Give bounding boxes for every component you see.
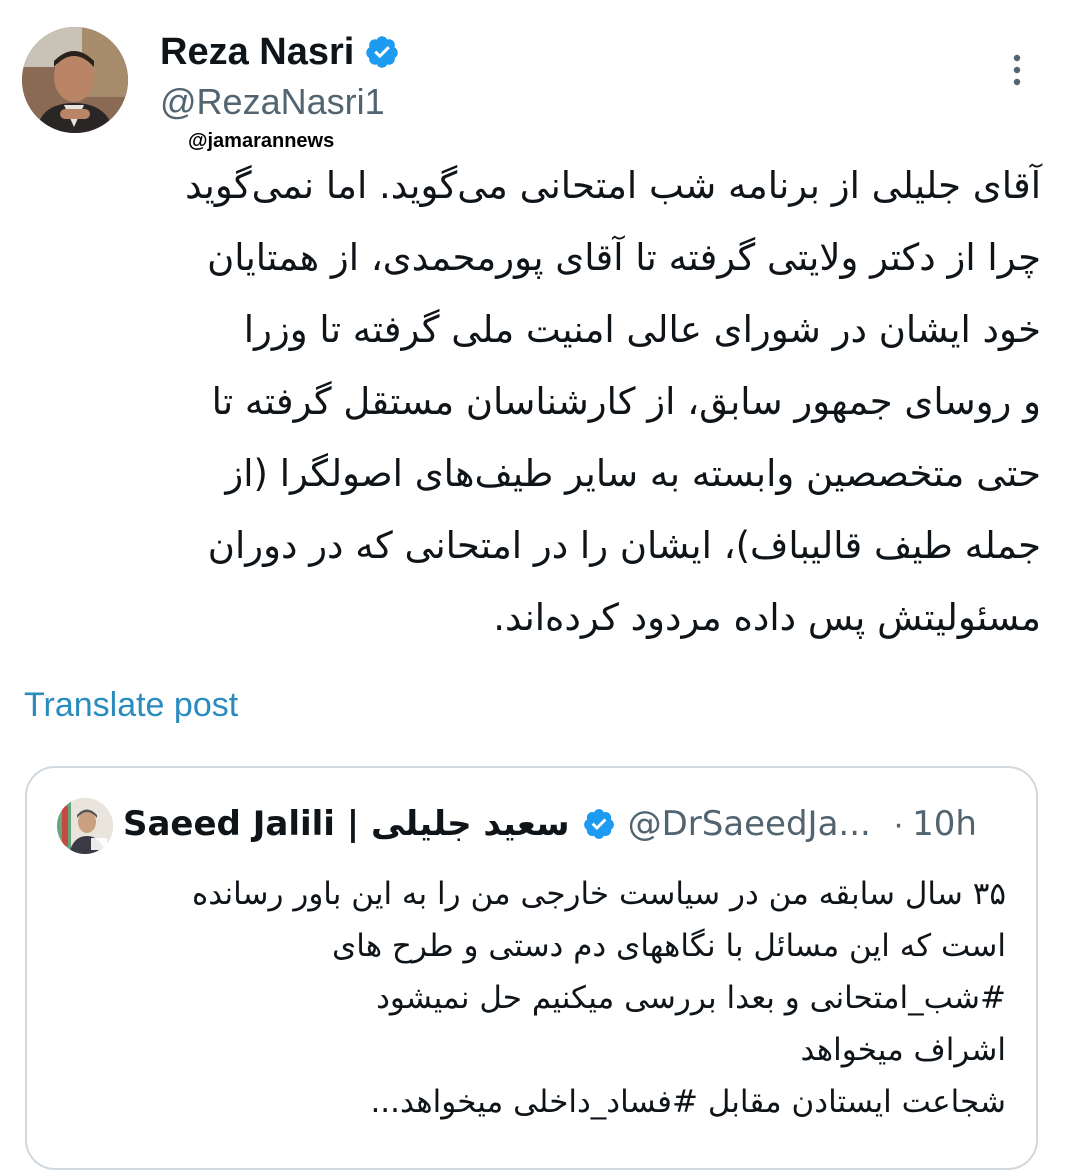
- author-display-name-row: Reza Nasri: [160, 30, 400, 74]
- quoted-timestamp[interactable]: 10h: [912, 800, 977, 848]
- quoted-verified-badge-icon: [583, 809, 614, 839]
- tweet-text: آقای جلیلی از برنامه شب امتحانی می‌گوید.…: [185, 164, 1041, 639]
- author-avatar[interactable]: [22, 27, 128, 133]
- verified-badge-icon: [366, 36, 399, 68]
- quoted-author-display-name[interactable]: Saeed Jalili | سعید جلیلی: [123, 800, 570, 848]
- quoted-tweet-header: Saeed Jalili | سعید جلیلی @DrSaeedJa... …: [123, 800, 977, 848]
- quoted-author-handle[interactable]: @DrSaeedJa...: [628, 800, 871, 848]
- quoted-separator: ·: [892, 805, 905, 843]
- translate-post-link[interactable]: Translate post: [24, 683, 238, 727]
- avatar-photo-icon: [22, 27, 128, 133]
- quoted-tweet-text: ۳۵ سال سابقه من در سیاست خارجی من را به …: [191, 876, 1006, 1120]
- quoted-tweet-card[interactable]: Saeed Jalili | سعید جلیلی @DrSaeedJa... …: [25, 766, 1038, 1170]
- quoted-author-avatar[interactable]: [57, 798, 113, 854]
- more-options-icon[interactable]: [1004, 50, 1030, 90]
- author-handle[interactable]: @RezaNasri1: [160, 80, 385, 124]
- author-display-name[interactable]: Reza Nasri: [160, 30, 354, 74]
- quoted-avatar-photo-icon: [57, 798, 113, 854]
